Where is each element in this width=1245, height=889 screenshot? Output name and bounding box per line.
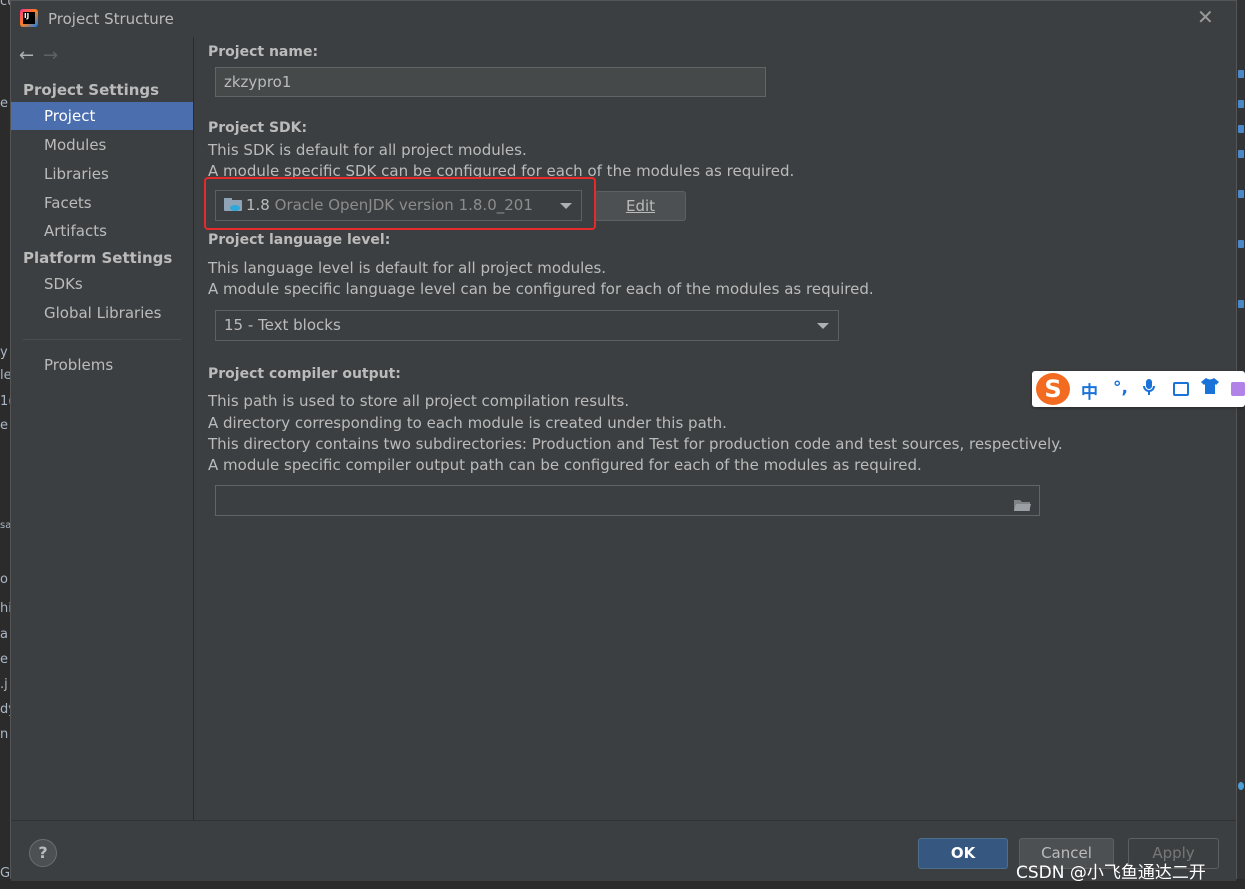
bg-fragment: o <box>0 572 8 587</box>
sdk-description: A module specific SDK can be configured … <box>208 162 795 180</box>
language-level-label: Project language level: <box>208 232 391 248</box>
microphone-icon[interactable] <box>1142 378 1156 400</box>
sogou-logo-icon[interactable]: S <box>1036 373 1070 405</box>
sidebar-item-modules[interactable]: Modules <box>11 131 193 159</box>
back-arrow-icon[interactable]: ← <box>19 45 43 66</box>
project-name-input[interactable]: zkzypro1 <box>215 67 766 97</box>
compiler-description: A module specific compiler output path c… <box>208 456 922 474</box>
sdk-dropdown[interactable]: 1.8 Oracle OpenJDK version 1.8.0_201 <box>215 190 582 221</box>
project-sdk-label: Project SDK: <box>208 120 308 136</box>
nav-arrows: ← → <box>19 45 67 66</box>
sidebar-item-libraries[interactable]: Libraries <box>11 160 193 188</box>
dialog-title: Project Structure <box>48 10 174 28</box>
project-structure-dialog: IJ Project Structure ✕ ← → Project Settin… <box>10 0 1237 881</box>
bg-fragment: .j <box>0 677 8 692</box>
background-ide-right <box>1237 0 1245 889</box>
bg-fragment: e <box>0 418 8 433</box>
sidebar-divider <box>23 339 181 340</box>
close-icon[interactable]: ✕ <box>1197 7 1214 27</box>
project-name-label: Project name: <box>208 44 319 60</box>
sdk-version: 1.8 <box>246 196 270 214</box>
sidebar-item-project[interactable]: Project <box>11 102 193 130</box>
language-level-value: 15 - Text blocks <box>224 316 341 334</box>
intellij-icon: IJ <box>20 9 38 27</box>
sidebar-item-sdks[interactable]: SDKs <box>11 270 193 298</box>
language-level-dropdown[interactable]: 15 - Text blocks <box>215 310 839 341</box>
sidebar-item-problems[interactable]: Problems <box>11 351 193 379</box>
folder-browse-icon[interactable] <box>1013 493 1031 511</box>
sdk-description: This SDK is default for all project modu… <box>208 141 527 159</box>
sdk-detail: Oracle OpenJDK version 1.8.0_201 <box>274 196 533 214</box>
help-button[interactable]: ? <box>29 839 57 867</box>
bg-fragment: a <box>0 627 8 642</box>
ime-mode-toggle[interactable]: 中 <box>1081 378 1098 403</box>
sidebar-item-global-libraries[interactable]: Global Libraries <box>11 299 193 327</box>
compiler-description: This path is used to store all project c… <box>208 392 630 410</box>
bg-fragment: n <box>0 727 9 742</box>
title-bar: IJ Project Structure ✕ <box>11 1 1236 37</box>
compiler-description: This directory contains two subdirectori… <box>208 435 1063 453</box>
compiler-output-input[interactable] <box>215 485 1040 516</box>
compiler-description: A directory corresponding to each module… <box>208 414 727 432</box>
keyboard-icon[interactable] <box>1173 382 1189 396</box>
csdn-watermark: CSDN @小飞鱼通达二开 <box>1016 863 1206 883</box>
sidebar: ← → Project Settings Project Modules Libr… <box>11 37 194 820</box>
chevron-down-icon <box>560 203 572 209</box>
platform-settings-header: Platform Settings <box>23 249 173 267</box>
sdk-folder-icon <box>224 198 242 211</box>
project-settings-panel: Project name: zkzypro1 Project SDK: This… <box>194 37 1236 820</box>
sdk-edit-button[interactable]: Edit <box>595 191 686 221</box>
toolbox-icon[interactable] <box>1231 382 1245 396</box>
compiler-output-label: Project compiler output: <box>208 366 401 382</box>
sidebar-item-artifacts[interactable]: Artifacts <box>11 217 193 245</box>
skin-icon[interactable] <box>1201 378 1219 399</box>
bg-fragment: y <box>0 345 8 360</box>
chevron-down-icon <box>817 323 829 329</box>
project-settings-header: Project Settings <box>23 81 160 99</box>
bg-fragment: e <box>0 96 8 111</box>
bg-fragment: e <box>0 652 8 667</box>
ime-punctuation-toggle[interactable]: °, <box>1113 378 1128 398</box>
forward-arrow-icon[interactable]: → <box>43 45 67 66</box>
ok-button[interactable]: OK <box>918 838 1008 869</box>
language-description: A module specific language level can be … <box>208 280 874 298</box>
language-description: This language level is default for all p… <box>208 259 607 277</box>
background-ide-left: cu e y le 1( e sa o hi a e .j dy n G <box>0 0 16 889</box>
ime-toolbar: S 中 °, <box>1032 371 1245 407</box>
sidebar-item-facets[interactable]: Facets <box>11 189 193 217</box>
